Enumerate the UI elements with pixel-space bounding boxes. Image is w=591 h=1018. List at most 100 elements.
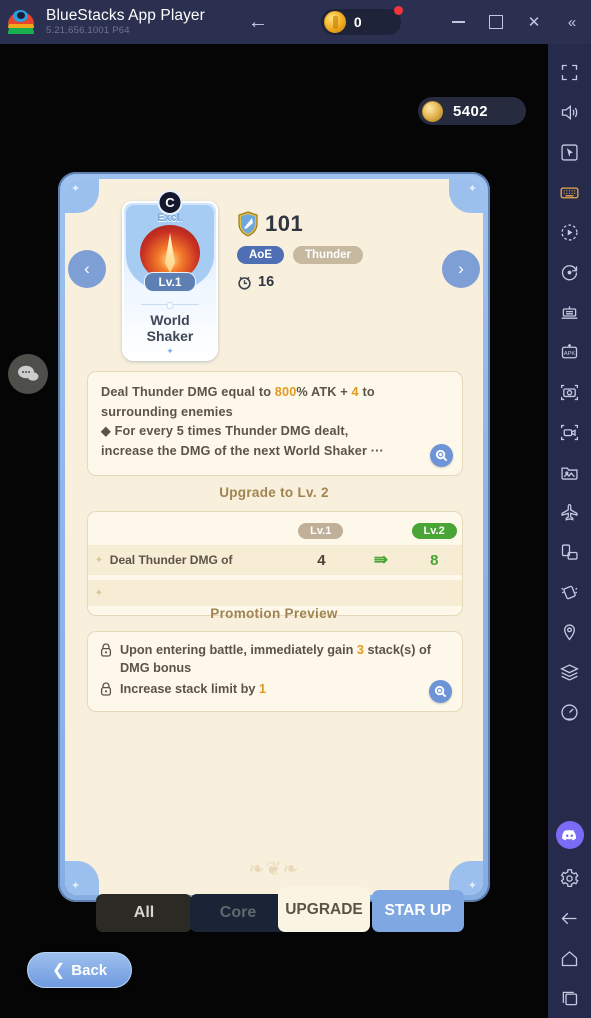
card-bottom-ornament: ❧❦❧ — [248, 859, 300, 880]
airplane-icon[interactable] — [548, 492, 591, 532]
home-icon[interactable] — [548, 938, 591, 978]
next-skill-button[interactable]: › — [442, 250, 480, 288]
desc-ellipsis: ··· — [370, 444, 384, 459]
cooldown-icon — [237, 275, 252, 290]
screen-record-icon[interactable] — [548, 412, 591, 452]
game-currency-bar[interactable]: 5402 — [418, 97, 526, 125]
bullet-diamond-icon: ◆ — [101, 424, 111, 439]
discord-icon[interactable] — [548, 812, 591, 858]
row-label: Deal Thunder DMG of — [109, 553, 233, 567]
description-line-4: increase the DMG of the next World Shake… — [101, 442, 449, 462]
magnifier-icon[interactable] — [429, 680, 452, 704]
upgrade-table-header: Lv.1 Lv.2 — [88, 520, 462, 540]
chat-bubble-icon[interactable] — [8, 354, 48, 394]
window-controls: ✕ « — [439, 0, 591, 44]
maximize-button[interactable] — [477, 0, 515, 44]
row-old-value: 4 — [317, 551, 326, 569]
volume-icon[interactable] — [548, 92, 591, 132]
coin-icon — [323, 11, 346, 33]
bluestacks-sidebar: APK — [548, 44, 591, 1018]
app-title: BlueStacks App Player — [46, 6, 205, 24]
title-bar: BlueStacks App Player 5.21.656.1001 P64 … — [0, 0, 591, 44]
game-currency-value: 5402 — [453, 102, 488, 120]
tab-all[interactable]: All — [96, 894, 192, 932]
collapse-sidebar-button[interactable]: « — [553, 0, 591, 44]
prom-value: 1 — [258, 681, 266, 696]
location-icon[interactable] — [548, 612, 591, 652]
back-button[interactable]: ❮ Back — [27, 952, 132, 988]
keyboard-icon[interactable] — [548, 172, 591, 212]
skill-portrait[interactable]: C Excl. Lv.1 World Shaker ✦ — [122, 190, 218, 361]
svg-text:APK: APK — [564, 351, 576, 357]
promotion-preview-box: Upon entering battle, immediately gain 3… — [87, 631, 463, 713]
performance-icon[interactable] — [548, 692, 591, 732]
titlebar-back-button[interactable]: ← — [243, 11, 273, 34]
notification-dot-icon — [393, 6, 403, 15]
titlebar-coin-counter[interactable]: 0 — [320, 6, 403, 35]
media-manager-icon[interactable] — [548, 452, 591, 492]
list-item: Upon entering battle, immediately gain 3… — [99, 641, 449, 678]
app-version: 5.21.656.1001 P64 — [46, 25, 130, 37]
recents-icon[interactable] — [548, 978, 591, 1018]
skill-name-line1: World — [150, 312, 190, 328]
skill-stats: 101 AoE Thunder 16 — [237, 211, 363, 290]
lock-icon — [99, 642, 113, 658]
prom-value: 3 — [356, 643, 364, 657]
back-icon[interactable] — [548, 898, 591, 938]
back-button-label: Back — [71, 961, 108, 979]
upgrade-section-title: Upgrade to Lv. 2 — [219, 485, 329, 500]
tab-core[interactable]: Core — [190, 894, 286, 932]
promotion-item-text: Increase stack limit by 1 — [120, 680, 266, 698]
multi-instance-icon[interactable] — [548, 292, 591, 332]
row-bullet-icon: ✦ — [94, 587, 104, 599]
upgrade-table: Lv.1 Lv.2 ✦ Deal Thunder DMG of 4 ⇛ 8 ✦ — [87, 511, 463, 616]
cursor-icon[interactable] — [548, 132, 591, 172]
tab-upgrade[interactable]: UPGRADE — [278, 887, 370, 932]
layers-icon[interactable] — [548, 652, 591, 692]
power-row: 101 — [237, 211, 363, 237]
desc-text-c: to — [358, 385, 375, 399]
divider — [141, 304, 199, 305]
skill-name-line2: Shaker — [146, 328, 194, 345]
rotate-screen-icon[interactable] — [548, 532, 591, 572]
fullscreen-icon[interactable] — [548, 52, 591, 92]
macro-record-icon[interactable] — [548, 252, 591, 292]
game-viewport: 5402 ‹ › C Excl. — [0, 44, 548, 1018]
desc-value-atk: 800 — [274, 385, 297, 399]
chevron-left-icon: ‹ — [84, 259, 90, 278]
skill-level-pill: Lv.1 — [144, 272, 196, 292]
macro-play-icon[interactable] — [548, 212, 591, 252]
minimize-button[interactable] — [439, 0, 477, 44]
arrow-left-icon: ❮ — [51, 962, 66, 979]
shield-icon — [237, 211, 259, 237]
row-bullet-icon: ✦ — [94, 554, 104, 566]
cooldown-row: 16 — [237, 274, 363, 290]
gear-icon[interactable] — [548, 858, 591, 898]
promotion-section-title: Promotion Preview — [210, 606, 338, 621]
description-line-2: surrounding enemies — [101, 404, 233, 419]
coin-icon — [422, 100, 443, 122]
install-apk-icon[interactable]: APK — [548, 332, 591, 372]
skill-header: C Excl. Lv.1 World Shaker ✦ 101 AoE Thun… — [65, 179, 483, 361]
shake-icon[interactable] — [548, 572, 591, 612]
screenshot-icon[interactable] — [548, 372, 591, 412]
tab-star-up[interactable]: STAR UP — [372, 890, 464, 932]
previous-skill-button[interactable]: ‹ — [68, 250, 106, 288]
prom-text-a: Upon entering battle, immediately gain — [120, 643, 357, 657]
titlebar-coin-value: 0 — [353, 14, 362, 30]
close-button[interactable]: ✕ — [515, 0, 553, 44]
desc-text-a: Deal Thunder DMG equal to — [101, 385, 275, 399]
app-title-block: BlueStacks App Player 5.21.656.1001 P64 — [46, 6, 205, 37]
skill-description-box: Deal Thunder DMG equal to 800% ATK + 4 t… — [87, 371, 463, 476]
skill-tags: AoE Thunder — [237, 246, 363, 264]
desc-text-e: increase the DMG of the next World Shake… — [101, 444, 371, 459]
desc-value-flat: 4 — [351, 385, 359, 399]
desc-text-b: % ATK + — [296, 385, 352, 399]
bluestacks-logo-icon — [8, 9, 34, 35]
bottom-tab-bar: All Core UPGRADE STAR UP — [0, 887, 548, 932]
card-bottom-diamond-icon: ✦ — [166, 346, 174, 356]
magnifier-icon[interactable] — [430, 443, 453, 467]
skill-name: World Shaker — [147, 312, 194, 344]
list-item: Increase stack limit by 1 — [99, 680, 449, 698]
desc-text-d: For every 5 times Thunder DMG dealt, — [110, 424, 349, 439]
